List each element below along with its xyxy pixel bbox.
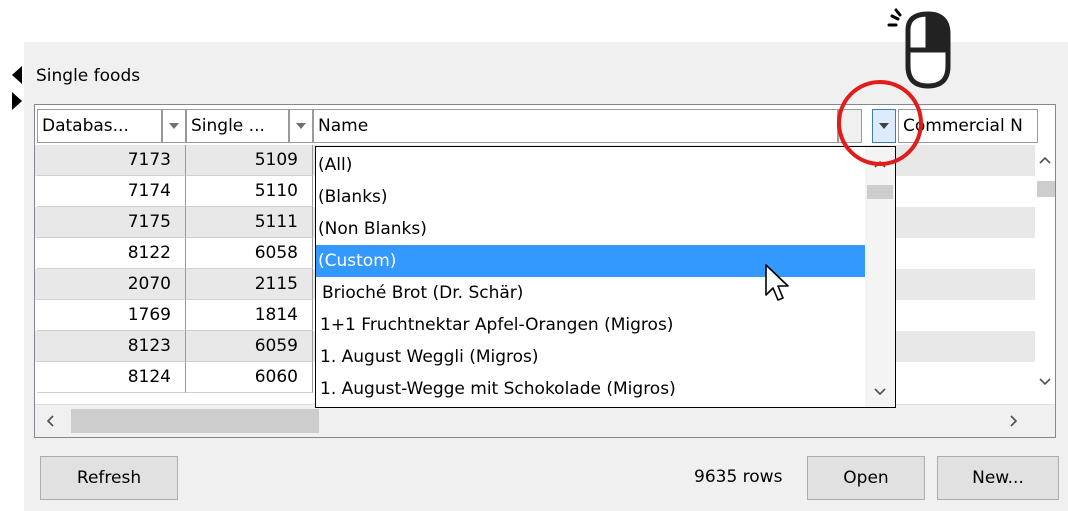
database-id-cell: 8124 [37,362,186,393]
filter-button-single[interactable] [289,109,313,143]
filter-option-non-blanks[interactable]: (Non Blanks) [316,213,865,245]
open-button[interactable]: Open [807,456,925,500]
database-id-cell: 8122 [37,238,186,269]
column-header-single[interactable]: Single ... [186,109,289,143]
grid-horizontal-scrollbar[interactable] [35,404,1055,437]
single-id-cell: 6059 [186,331,313,362]
chevron-down-icon [169,123,179,129]
grid-vertical-scrollbar[interactable] [1035,143,1055,403]
column-header-database[interactable]: Databas... [37,109,162,143]
arrow-cursor-icon [765,264,789,301]
single-id-cell: 5109 [186,145,313,176]
chevron-up-icon[interactable] [1039,155,1051,165]
chevron-left-icon[interactable] [45,415,55,427]
single-id-cell: 5111 [186,207,313,238]
chevron-right-icon[interactable] [1009,415,1019,427]
single-id-cell: 1814 [186,300,313,331]
database-id-cell: 7174 [37,176,186,207]
grid-horizontal-scroll-thumb[interactable] [71,409,319,433]
database-id-cell: 7175 [37,207,186,238]
dropdown-vertical-scrollbar[interactable] [865,147,895,407]
grid-vertical-scroll-thumb[interactable] [1037,181,1055,197]
chevron-down-icon [296,123,306,129]
database-id-cell: 7173 [37,145,186,176]
row-count: 9635 rows [694,467,783,487]
single-id-cell: 2115 [186,269,313,300]
filter-option-value[interactable]: 1. August Weggli (Migros) [316,341,865,373]
chevron-down-icon[interactable] [1039,377,1051,387]
new-button[interactable]: New... [937,456,1059,500]
filter-option-all[interactable]: (All) [316,149,865,181]
filter-button-database[interactable] [162,109,186,143]
dropdown-scroll-thumb[interactable] [867,185,893,199]
single-id-cell: 5110 [186,176,313,207]
column-header-name[interactable]: Name [313,109,838,143]
database-id-cell: 8123 [37,331,186,362]
single-id-cell: 6060 [186,362,313,393]
refresh-button[interactable]: Refresh [40,456,178,500]
name-filter-dropdown[interactable]: (All) (Blanks) (Non Blanks) (Custom) Bri… [315,146,896,408]
highlight-circle [837,80,923,166]
database-id-cell: 2070 [37,269,186,300]
panel-title: Single foods [36,66,141,86]
filter-option-value[interactable]: 1+1 Fruchtnektar Apfel-Orangen (Migros) [316,309,865,341]
splitter-arrows[interactable] [10,64,24,112]
filter-option-blanks[interactable]: (Blanks) [316,181,865,213]
filter-option-value[interactable]: 1. August-Wegge mit Schokolade (Migros) [316,373,865,405]
mouse-left-click-icon [887,8,951,89]
single-id-cell: 6058 [186,238,313,269]
chevron-down-icon[interactable] [874,387,886,397]
database-id-cell: 1769 [37,300,186,331]
